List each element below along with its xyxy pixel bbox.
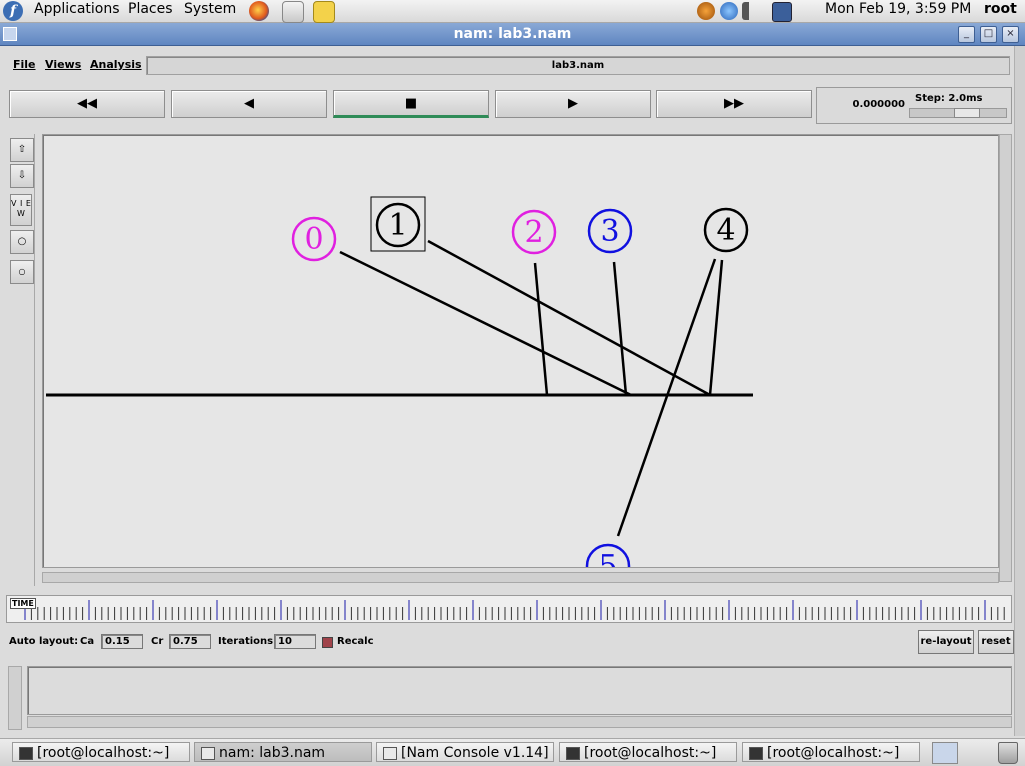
maximize-button[interactable]: □ [980,26,997,43]
iterations-input[interactable] [274,634,316,649]
zoom-in-icon[interactable]: ⇧ [10,138,34,162]
file-menu[interactable]: File [13,58,36,71]
top-panel: f Applications Places System Mon Feb 19,… [0,0,1025,23]
node-label: 0 [304,222,323,257]
topology-canvas[interactable]: 0 1 2 3 4 5 [42,134,999,568]
node-label: 4 [716,213,735,248]
taskbar-item-label: nam: lab3.nam [219,745,326,761]
trash-icon[interactable] [998,742,1018,764]
analysis-menu[interactable]: Analysis [90,58,142,71]
terminal-icon [19,747,33,760]
nam-main-window: File Views Analysis lab3.nam ◀◀ ◀ ■ ▶ ▶▶… [0,46,1025,736]
small-node-icon[interactable]: ○ [10,260,34,284]
link-3 [612,261,628,396]
close-button[interactable]: × [1002,26,1019,43]
current-time: 0.000000 [852,99,905,110]
applications-menu[interactable]: Applications [32,0,122,18]
tool-palette: ⇧ ⇩ V I E W ○ ○ [6,134,35,586]
cr-input[interactable] [169,634,211,649]
fast-forward-button[interactable]: ▶▶ [656,90,812,118]
reset-button[interactable]: reset [978,630,1014,654]
terminal-icon [566,747,580,760]
link-5 [616,258,717,537]
large-node-icon[interactable]: ○ [10,230,34,254]
window-titlebar[interactable]: nam: lab3.nam _ □ × [0,23,1025,46]
menu-bar: File Views Analysis lab3.nam [0,54,1025,76]
recalc-label: Recalc [337,636,374,647]
taskbar-item-label: [root@localhost:~] [767,745,900,761]
iterations-label: Iterations [218,636,274,647]
node-3[interactable]: 3 [587,208,633,254]
link-1 [427,239,711,397]
link-4 [708,259,724,396]
ca-input[interactable] [101,634,143,649]
minimize-button[interactable]: _ [958,26,975,43]
terminal-icon [749,747,763,760]
rewind-button[interactable]: ◀ [171,90,327,118]
step-slider-thumb[interactable] [954,108,980,118]
window-icon [383,747,397,760]
taskbar-item-nam[interactable]: nam: lab3.nam [194,742,372,762]
system-menu[interactable]: System [182,0,238,18]
console-horizontal-scrollbar[interactable] [27,716,1012,728]
window-title: nam: lab3.nam [453,26,572,42]
bottom-taskbar: [root@localhost:~] nam: lab3.nam [Nam Co… [0,738,1025,766]
node-1[interactable]: 1 [370,196,426,252]
relayout-button[interactable]: re-layout [918,630,974,654]
play-button[interactable]: ▶ [495,90,651,118]
node-label: 5 [598,549,617,567]
topology-drawing[interactable]: 0 1 2 3 4 5 [43,135,998,567]
taskbar-item-terminal-3[interactable]: [root@localhost:~] [742,742,920,762]
cr-label: Cr [151,636,164,647]
show-desktop-icon[interactable] [932,742,958,764]
taskbar-item-label: [root@localhost:~] [584,745,717,761]
ca-label: Ca [80,636,95,647]
network-icon[interactable] [720,2,738,20]
display-icon[interactable] [772,2,792,22]
fedora-logo-icon[interactable]: f [3,1,23,21]
node-0[interactable]: 0 [291,216,337,262]
time-panel: 0.000000 Step: 2.0ms [816,87,1012,124]
window-icon [201,747,215,760]
node-2[interactable]: 2 [511,209,557,255]
time-ruler[interactable]: TIME [6,595,1012,623]
annotation-console[interactable] [27,666,1012,715]
clock[interactable]: Mon Feb 19, 3:59 PM [825,0,971,18]
step-slider[interactable] [909,108,1007,118]
taskbar-item-label: [Nam Console v1.14] [401,745,549,761]
canvas-vertical-scrollbar[interactable] [999,134,1012,582]
node-label: 2 [524,215,543,250]
places-menu[interactable]: Places [126,0,175,18]
update-notifier-icon[interactable] [697,2,715,20]
notes-launcher-icon[interactable] [313,1,335,23]
canvas-horizontal-scrollbar[interactable] [42,572,999,583]
view-button[interactable]: V I E W [10,194,32,226]
taskbar-item-nam-console[interactable]: [Nam Console v1.14] [376,742,554,762]
time-ruler-ticks [24,600,1005,620]
views-menu[interactable]: Views [45,58,81,71]
user-name: root [984,1,1017,17]
step-label: Step: 2.0ms [915,93,983,104]
auto-layout-bar: Auto layout: Ca Cr Iterations Recalc re-… [0,630,1025,656]
taskbar-item-terminal-1[interactable]: [root@localhost:~] [12,742,190,762]
volume-icon[interactable] [742,2,760,20]
trace-filename: lab3.nam [146,56,1010,75]
node-4[interactable]: 4 [703,207,749,253]
zoom-out-icon[interactable]: ⇩ [10,164,34,188]
taskbar-item-terminal-2[interactable]: [root@localhost:~] [559,742,737,762]
auto-layout-label: Auto layout: [9,636,79,647]
node-label: 1 [388,208,407,243]
link-2 [533,262,549,396]
mail-launcher-icon[interactable] [282,1,304,23]
time-ruler-label: TIME [10,598,36,609]
stop-button[interactable]: ■ [333,90,489,118]
node-label: 3 [600,214,619,249]
fast-rewind-button[interactable]: ◀◀ [9,90,165,118]
node-5[interactable]: 5 [585,543,631,567]
console-vertical-scrollbar[interactable] [8,666,22,730]
taskbar-item-label: [root@localhost:~] [37,745,170,761]
firefox-launcher-icon[interactable] [249,1,269,21]
recalc-checkbox[interactable] [322,637,333,648]
